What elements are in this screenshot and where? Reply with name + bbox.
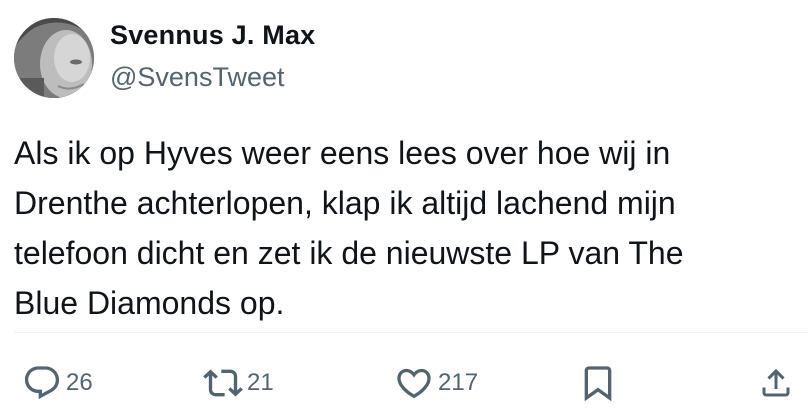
tweet-text: Als ik op Hyves weer eens lees over hoe … xyxy=(14,135,684,321)
reply-count: 26 xyxy=(66,369,93,396)
bookmark-icon xyxy=(584,366,612,402)
reply-button[interactable]: 26 xyxy=(22,360,93,406)
avatar-photo-icon xyxy=(14,18,94,98)
bookmark-button[interactable] xyxy=(578,360,618,406)
repost-button[interactable]: 21 xyxy=(203,360,274,406)
tweet-action-bar: 26 21 217 xyxy=(0,360,808,406)
repost-arrows-icon xyxy=(203,369,243,397)
heart-icon xyxy=(397,368,431,399)
share-upload-icon xyxy=(762,368,790,397)
tweet-card: Svennus J. Max @SvensTweet Als ik op Hyv… xyxy=(0,0,808,417)
avatar[interactable] xyxy=(14,18,94,98)
like-count: 217 xyxy=(438,369,479,396)
share-button[interactable] xyxy=(758,360,794,406)
repost-count: 21 xyxy=(247,369,274,396)
like-button[interactable]: 217 xyxy=(394,360,478,406)
divider xyxy=(14,332,808,333)
speech-bubble-icon xyxy=(24,366,60,400)
author-display-name[interactable]: Svennus J. Max xyxy=(110,20,315,51)
author-handle[interactable]: @SvensTweet xyxy=(110,62,285,93)
